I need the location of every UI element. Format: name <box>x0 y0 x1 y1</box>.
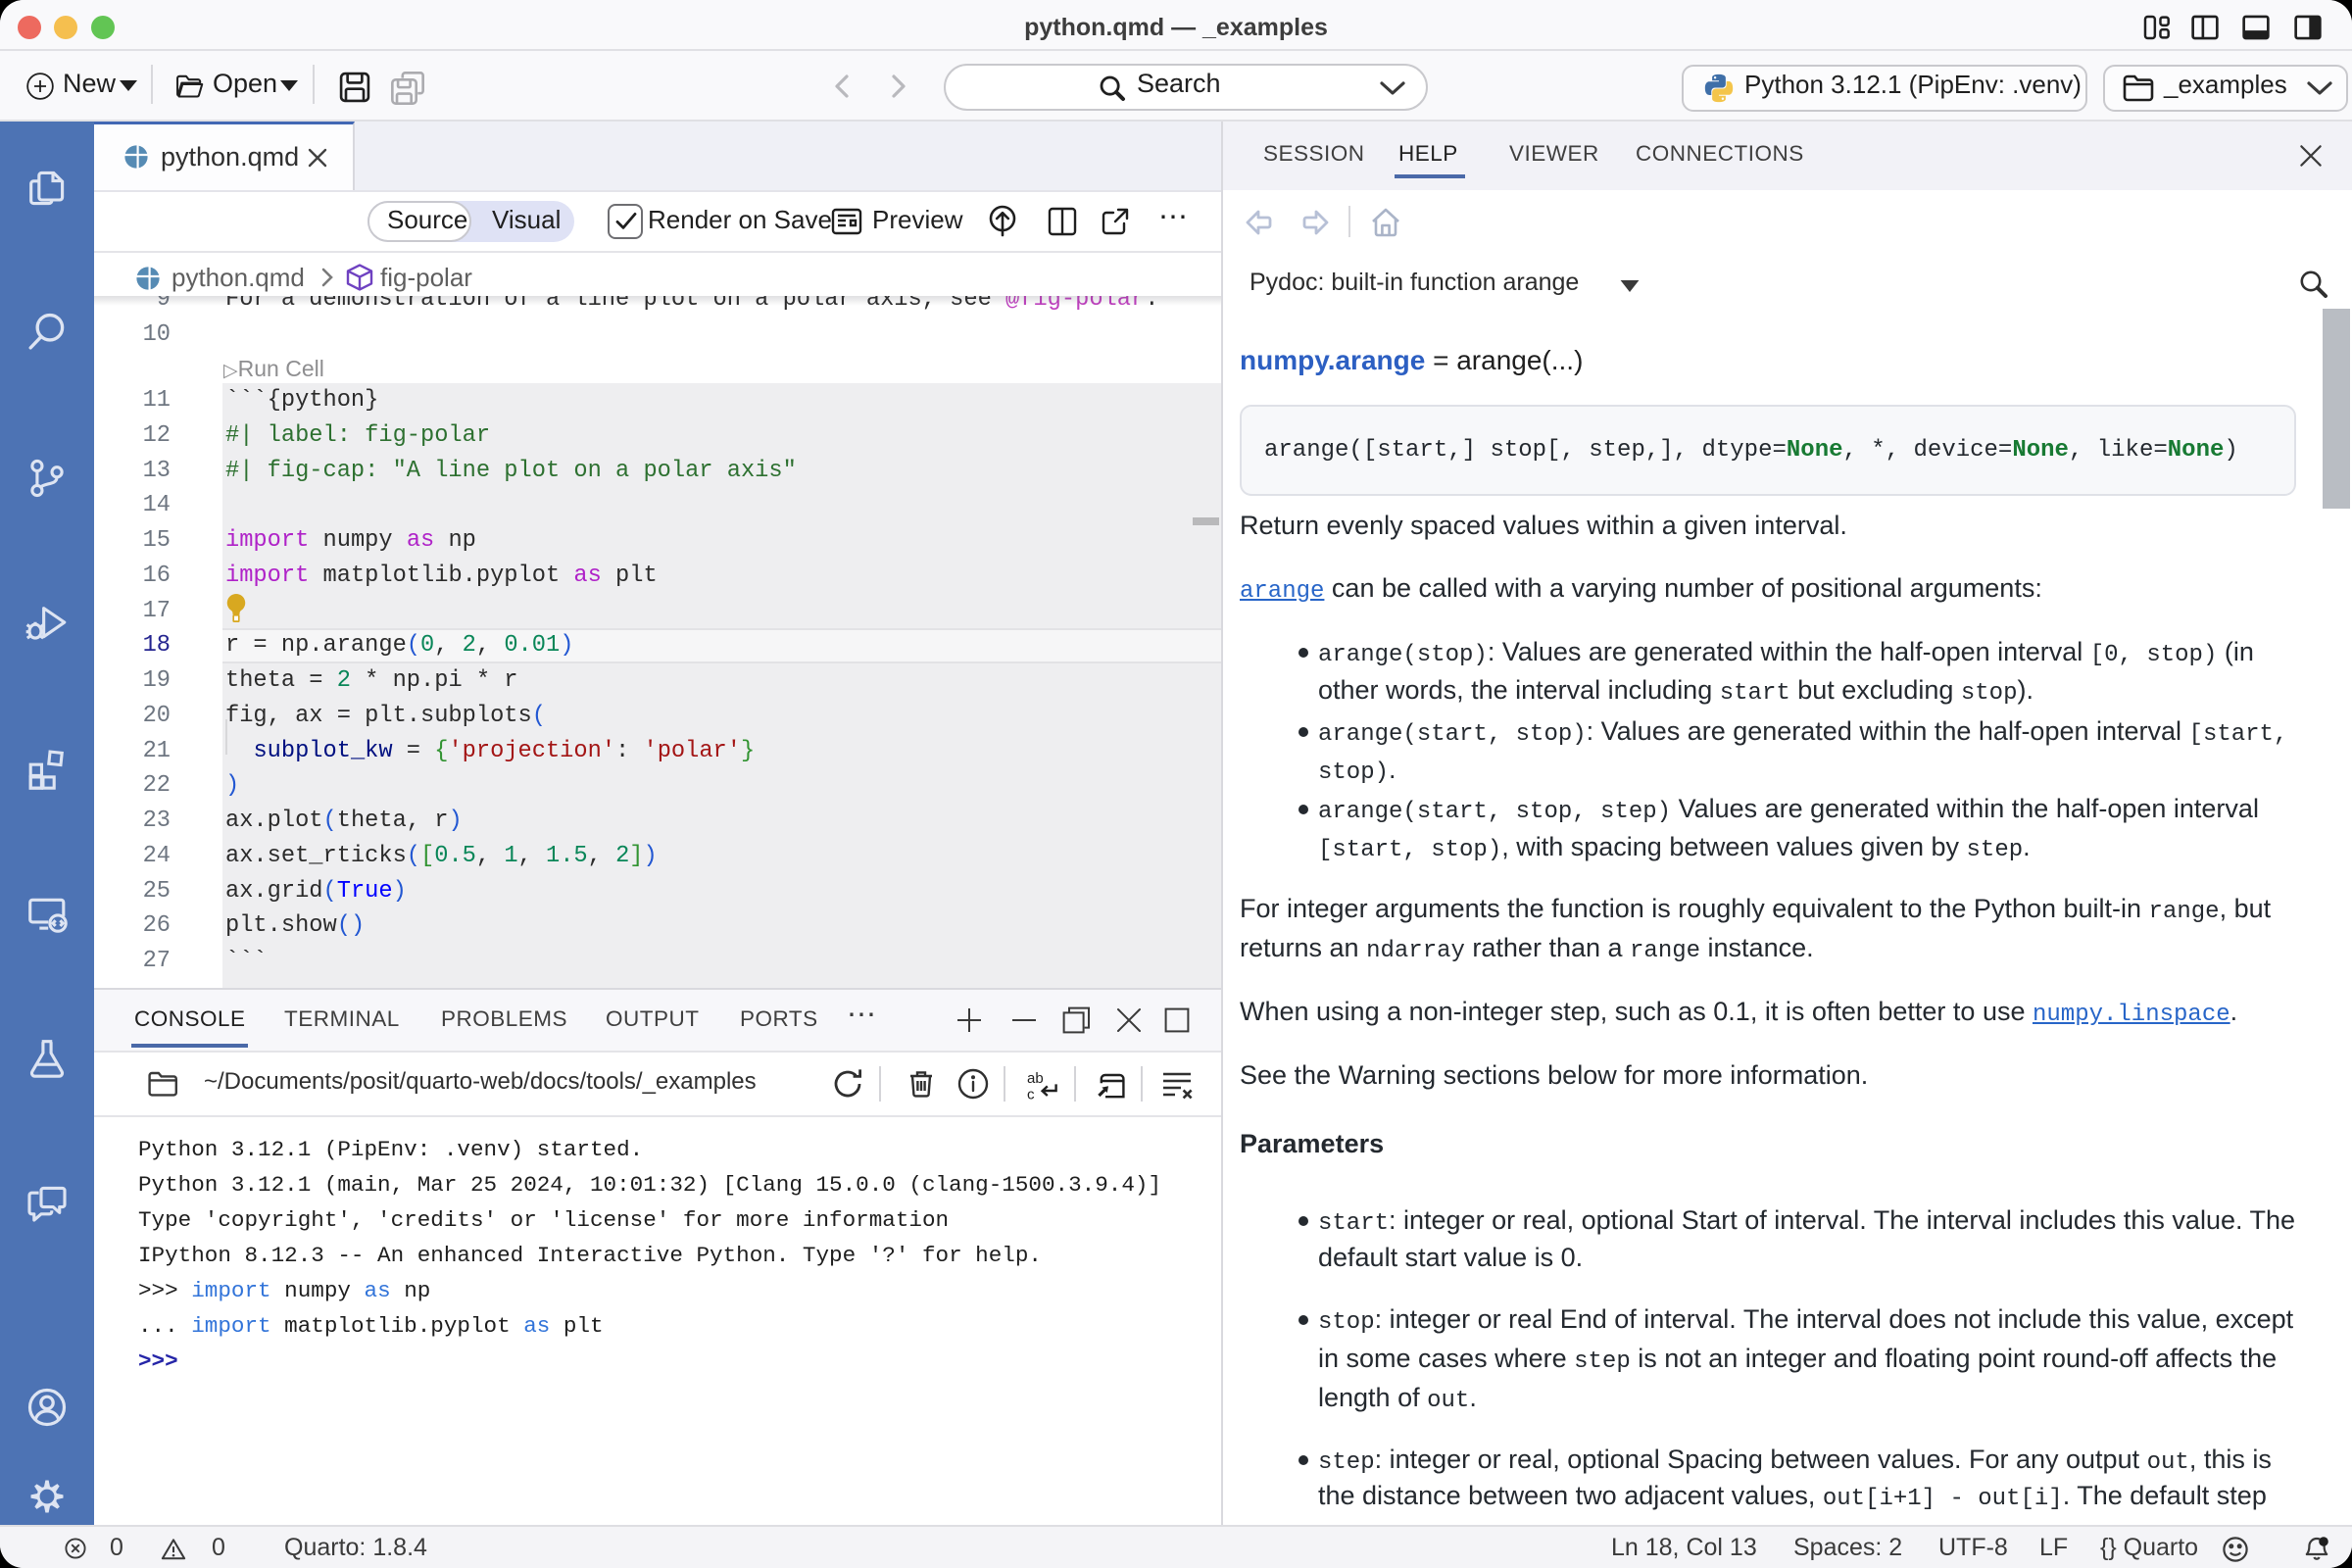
svg-text:ab: ab <box>1027 1070 1044 1087</box>
svg-text:c: c <box>1027 1087 1035 1103</box>
